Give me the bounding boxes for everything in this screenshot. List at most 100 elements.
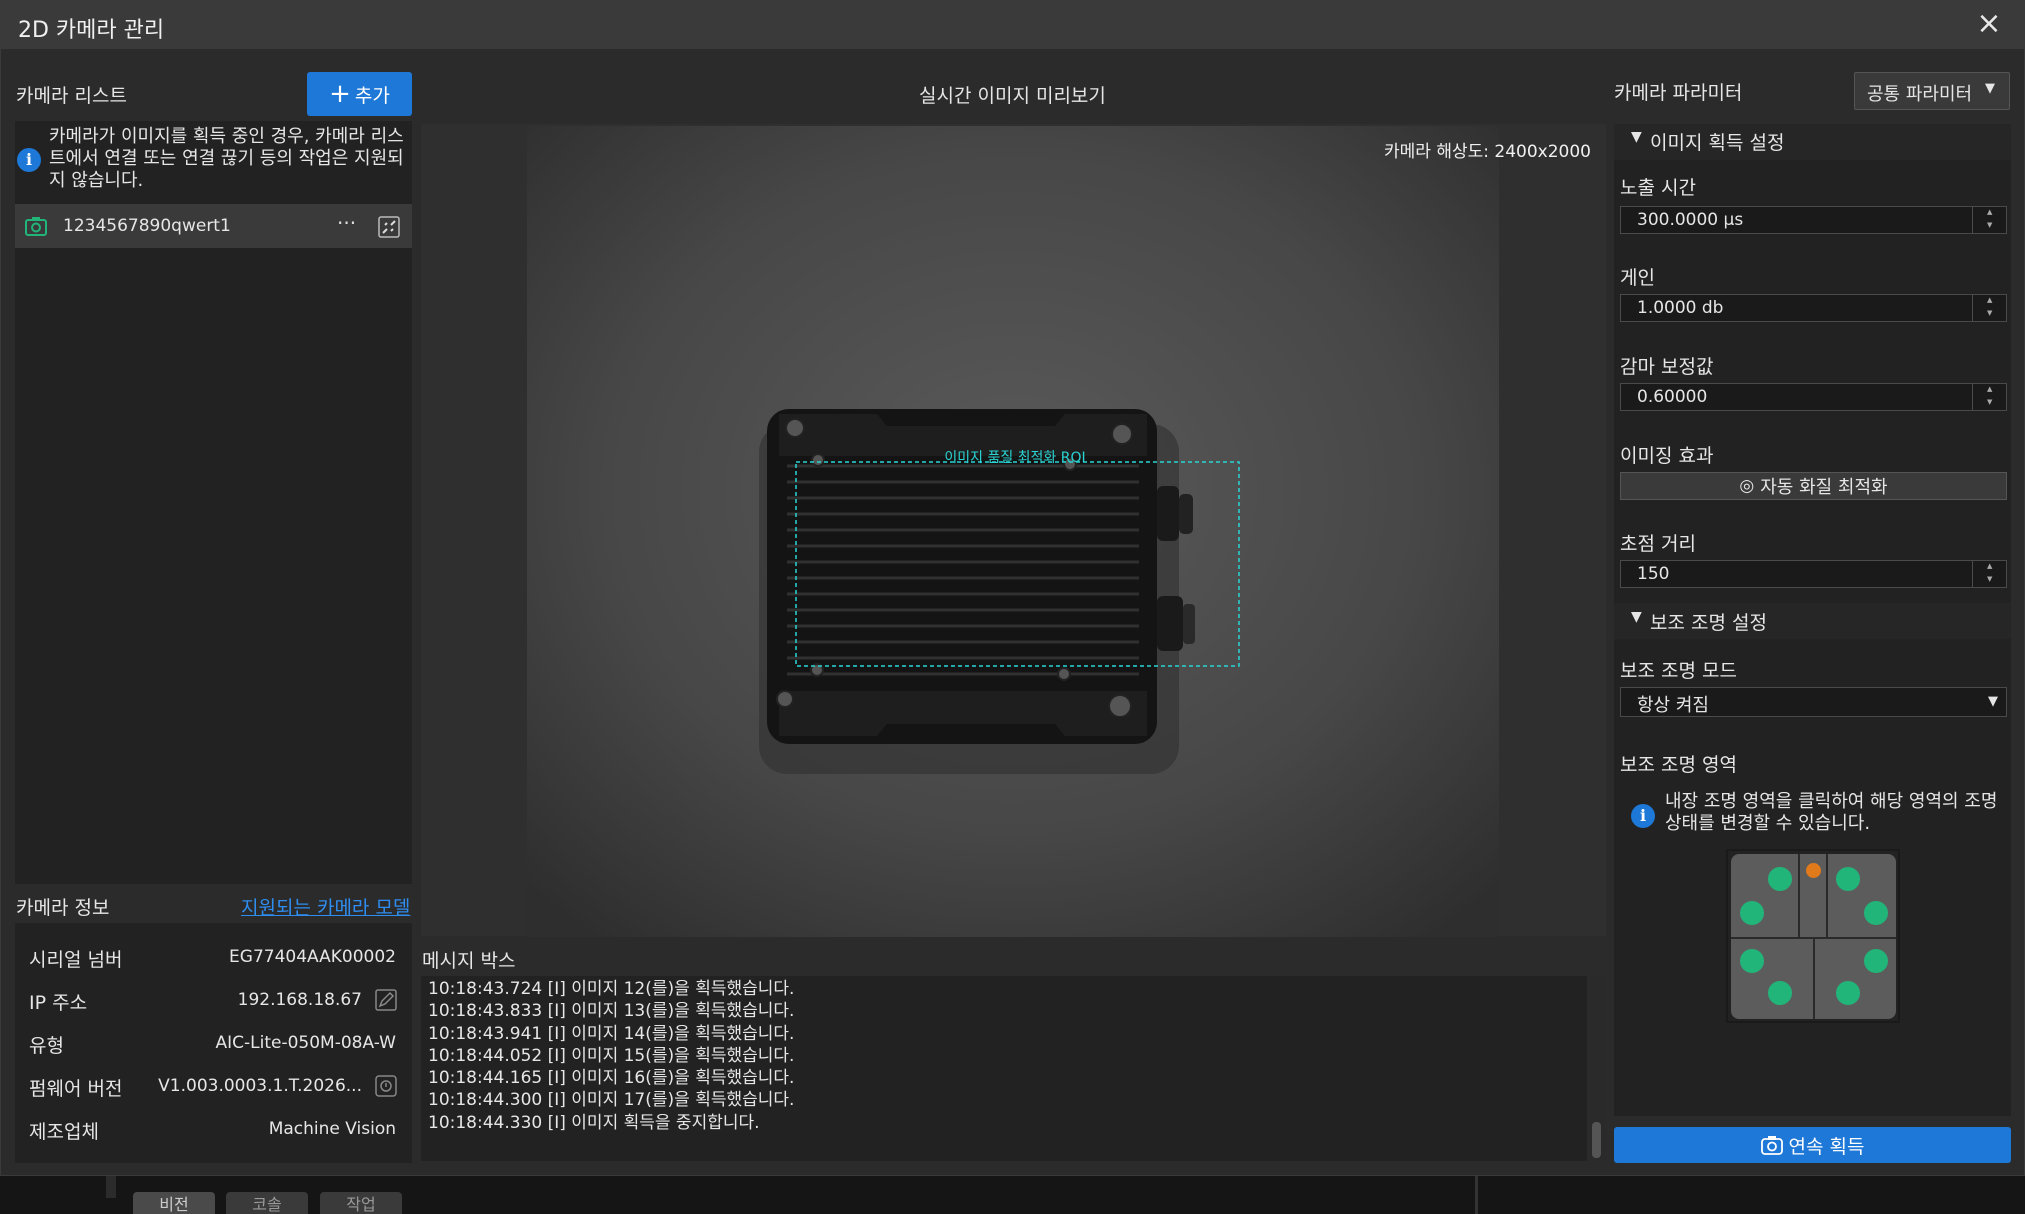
camera-item-name: 1234567890qwert1 [63, 216, 231, 236]
firmware-value: V1.003.0003.1.T.2026... [158, 1076, 362, 1096]
camera-icon [25, 217, 47, 236]
continuous-acquisition-button[interactable]: 연속 획득 [1614, 1127, 2011, 1163]
gain-input[interactable]: 1.0000 db ▲ ▼ [1620, 294, 2007, 322]
exposure-value: 300.0000 μs [1637, 210, 1744, 230]
message-box[interactable]: 10:18:43.724 [I] 이미지 12(를)을 획득했습니다. 10:1… [421, 976, 1606, 1161]
led-bottom-right-2[interactable] [1836, 981, 1860, 1005]
background-tab[interactable]: 작업 [320, 1192, 402, 1214]
title-bar: 2D 카메라 관리 × [1, 1, 2025, 49]
focus-stepper[interactable]: ▲ ▼ [1972, 561, 2006, 587]
info-icon: i [1631, 804, 1655, 828]
zone-divider [1798, 854, 1800, 937]
preview-heading: 실시간 이미지 미리보기 [919, 85, 1106, 107]
led-top-right-1[interactable] [1836, 867, 1860, 891]
message-list: 10:18:43.724 [I] 이미지 12(를)을 획득했습니다. 10:1… [428, 978, 794, 1134]
acquisition-section-title: 이미지 획득 설정 [1650, 132, 1785, 154]
focus-label: 초점 거리 [1620, 533, 1696, 555]
led-top-left-2[interactable] [1740, 901, 1764, 925]
serial-value: EG77404AAK00002 [229, 947, 396, 967]
log-line: 10:18:44.330 [I] 이미지 획득을 중지합니다. [428, 1112, 760, 1133]
light-mode-value: 항상 켜짐 [1637, 695, 1709, 716]
type-value: AIC-Lite-050M-08A-W [215, 1033, 397, 1053]
background-splitter [106, 1176, 116, 1198]
manufacturer-value: Machine Vision [268, 1119, 396, 1139]
message-box-heading: 메시지 박스 [422, 950, 516, 972]
gamma-value: 0.60000 [1637, 387, 1708, 407]
disconnect-icon[interactable] [378, 216, 400, 238]
params-heading: 카메라 파라미터 [1614, 82, 1743, 104]
log-line: 10:18:44.165 [I] 이미지 16(를)을 획득했습니다. [428, 1068, 795, 1089]
acquisition-section-header[interactable]: ▼ 이미지 획득 설정 [1614, 124, 2011, 160]
ip-value: 192.168.18.67 [237, 990, 362, 1010]
exposure-label: 노출 시간 [1620, 177, 1696, 199]
gain-stepper[interactable]: ▲ ▼ [1972, 295, 2006, 321]
log-line: 10:18:43.833 [I] 이미지 13(를)을 획득했습니다. [428, 1001, 795, 1022]
status-indicator [1806, 863, 1821, 878]
add-camera-label: 추가 [354, 84, 390, 107]
message-scrollbar[interactable] [1587, 976, 1606, 1161]
camera-list-heading: 카메라 리스트 [16, 85, 127, 107]
scrollbar-thumb[interactable] [1592, 1122, 1601, 1158]
camera-resolution: 카메라 해상도: 2400x2000 [1384, 142, 1591, 162]
lighting-area-diagram[interactable] [1726, 849, 1900, 1023]
add-camera-button[interactable]: + 추가 [307, 72, 412, 116]
gamma-input[interactable]: 0.60000 ▲ ▼ [1620, 383, 2007, 411]
more-options-icon[interactable]: ··· [337, 211, 356, 235]
zone-divider [1826, 854, 1828, 937]
log-line: 10:18:43.724 [I] 이미지 12(를)을 획득했습니다. [428, 979, 795, 999]
background-splitter [1475, 1176, 1478, 1214]
camera-live-image[interactable]: 이미지 품질 최적화 ROI [527, 126, 1499, 937]
lighting-section-header[interactable]: ▼ 보조 조명 설정 [1614, 603, 2011, 639]
edit-icon[interactable] [375, 989, 397, 1011]
light-mode-select[interactable]: 항상 켜짐 ▼ [1620, 687, 2007, 717]
ip-label: IP 주소 [29, 992, 88, 1014]
led-bottom-left-1[interactable] [1740, 949, 1764, 973]
gamma-stepper[interactable]: ▲ ▼ [1972, 384, 2006, 410]
camera-info-heading: 카메라 정보 [16, 897, 110, 919]
zone-divider [1813, 939, 1815, 1019]
preview-area: 이미지 품질 최적화 ROI 카메라 해상도: 2400x2000 [421, 124, 1606, 937]
serial-label: 시리얼 넘버 [29, 949, 123, 971]
close-icon[interactable]: × [1974, 9, 2004, 39]
gamma-label: 감마 보정값 [1620, 356, 1714, 378]
exposure-stepper[interactable]: ▲ ▼ [1972, 207, 2006, 233]
background-tab[interactable]: 코솔 [226, 1192, 308, 1214]
param-group-selected: 공통 파라미터 [1867, 84, 1973, 105]
light-area-label: 보조 조명 영역 [1620, 754, 1737, 776]
supported-models-link[interactable]: 지원되는 카메라 모델 [241, 893, 410, 920]
param-group-dropdown[interactable]: 공통 파라미터 ▼ [1854, 72, 2010, 110]
firmware-upgrade-icon[interactable] [375, 1075, 397, 1097]
dialog-title: 2D 카메라 관리 [18, 18, 165, 43]
info-icon: i [17, 148, 41, 172]
light-mode-label: 보조 조명 모드 [1620, 660, 1737, 682]
background-tab[interactable]: 비전 [133, 1192, 215, 1214]
camera-list-item[interactable]: 1234567890qwert1 ··· [15, 204, 412, 248]
lighting-section-title: 보조 조명 설정 [1650, 612, 1767, 634]
camera-info-panel: 시리얼 넘버 EG77404AAK00002 IP 주소 192.168.18.… [15, 923, 412, 1163]
gain-value: 1.0000 db [1637, 298, 1724, 318]
chevron-down-icon: ▼ [1985, 81, 1995, 96]
led-top-right-2[interactable] [1864, 901, 1888, 925]
chevron-down-icon: ▼ [1988, 694, 1998, 709]
camera-refresh-icon [1760, 1136, 1783, 1155]
log-line: 10:18:44.052 [I] 이미지 15(를)을 획득했습니다. [428, 1045, 795, 1066]
focus-input[interactable]: 150 ▲ ▼ [1620, 560, 2007, 588]
plus-icon: + [329, 79, 351, 109]
camera-management-dialog: 2D 카메라 관리 × 카메라 리스트 + 추가 i 카메라가 이미지를 획득 … [0, 0, 2025, 1176]
led-bottom-left-2[interactable] [1768, 981, 1792, 1005]
auto-optimize-label: 자동 화질 최적화 [1760, 477, 1888, 498]
gain-label: 게인 [1620, 267, 1655, 289]
aperture-icon: ◎ [1739, 476, 1755, 496]
exposure-input[interactable]: 300.0000 μs ▲ ▼ [1620, 206, 2007, 234]
auto-optimize-button[interactable]: ◎ 자동 화질 최적화 [1620, 472, 2007, 500]
type-label: 유형 [29, 1035, 64, 1057]
light-area-info-text: 내장 조명 영역을 클릭하여 해당 영역의 조명 상태를 변경할 수 있습니다. [1665, 791, 1998, 834]
camera-list-panel: i 카메라가 이미지를 획득 중인 경우, 카메라 리스트에서 연결 또는 연결… [15, 121, 412, 884]
roi-label: 이미지 품질 최적화 ROI [944, 450, 1085, 466]
log-line: 10:18:44.300 [I] 이미지 17(를)을 획득했습니다. [428, 1090, 795, 1111]
log-line: 10:18:43.941 [I] 이미지 14(를)을 획득했습니다. [428, 1023, 795, 1044]
collapse-icon: ▼ [1631, 129, 1642, 145]
led-bottom-right-1[interactable] [1864, 949, 1888, 973]
focus-value: 150 [1637, 564, 1670, 584]
led-top-left-1[interactable] [1768, 867, 1792, 891]
